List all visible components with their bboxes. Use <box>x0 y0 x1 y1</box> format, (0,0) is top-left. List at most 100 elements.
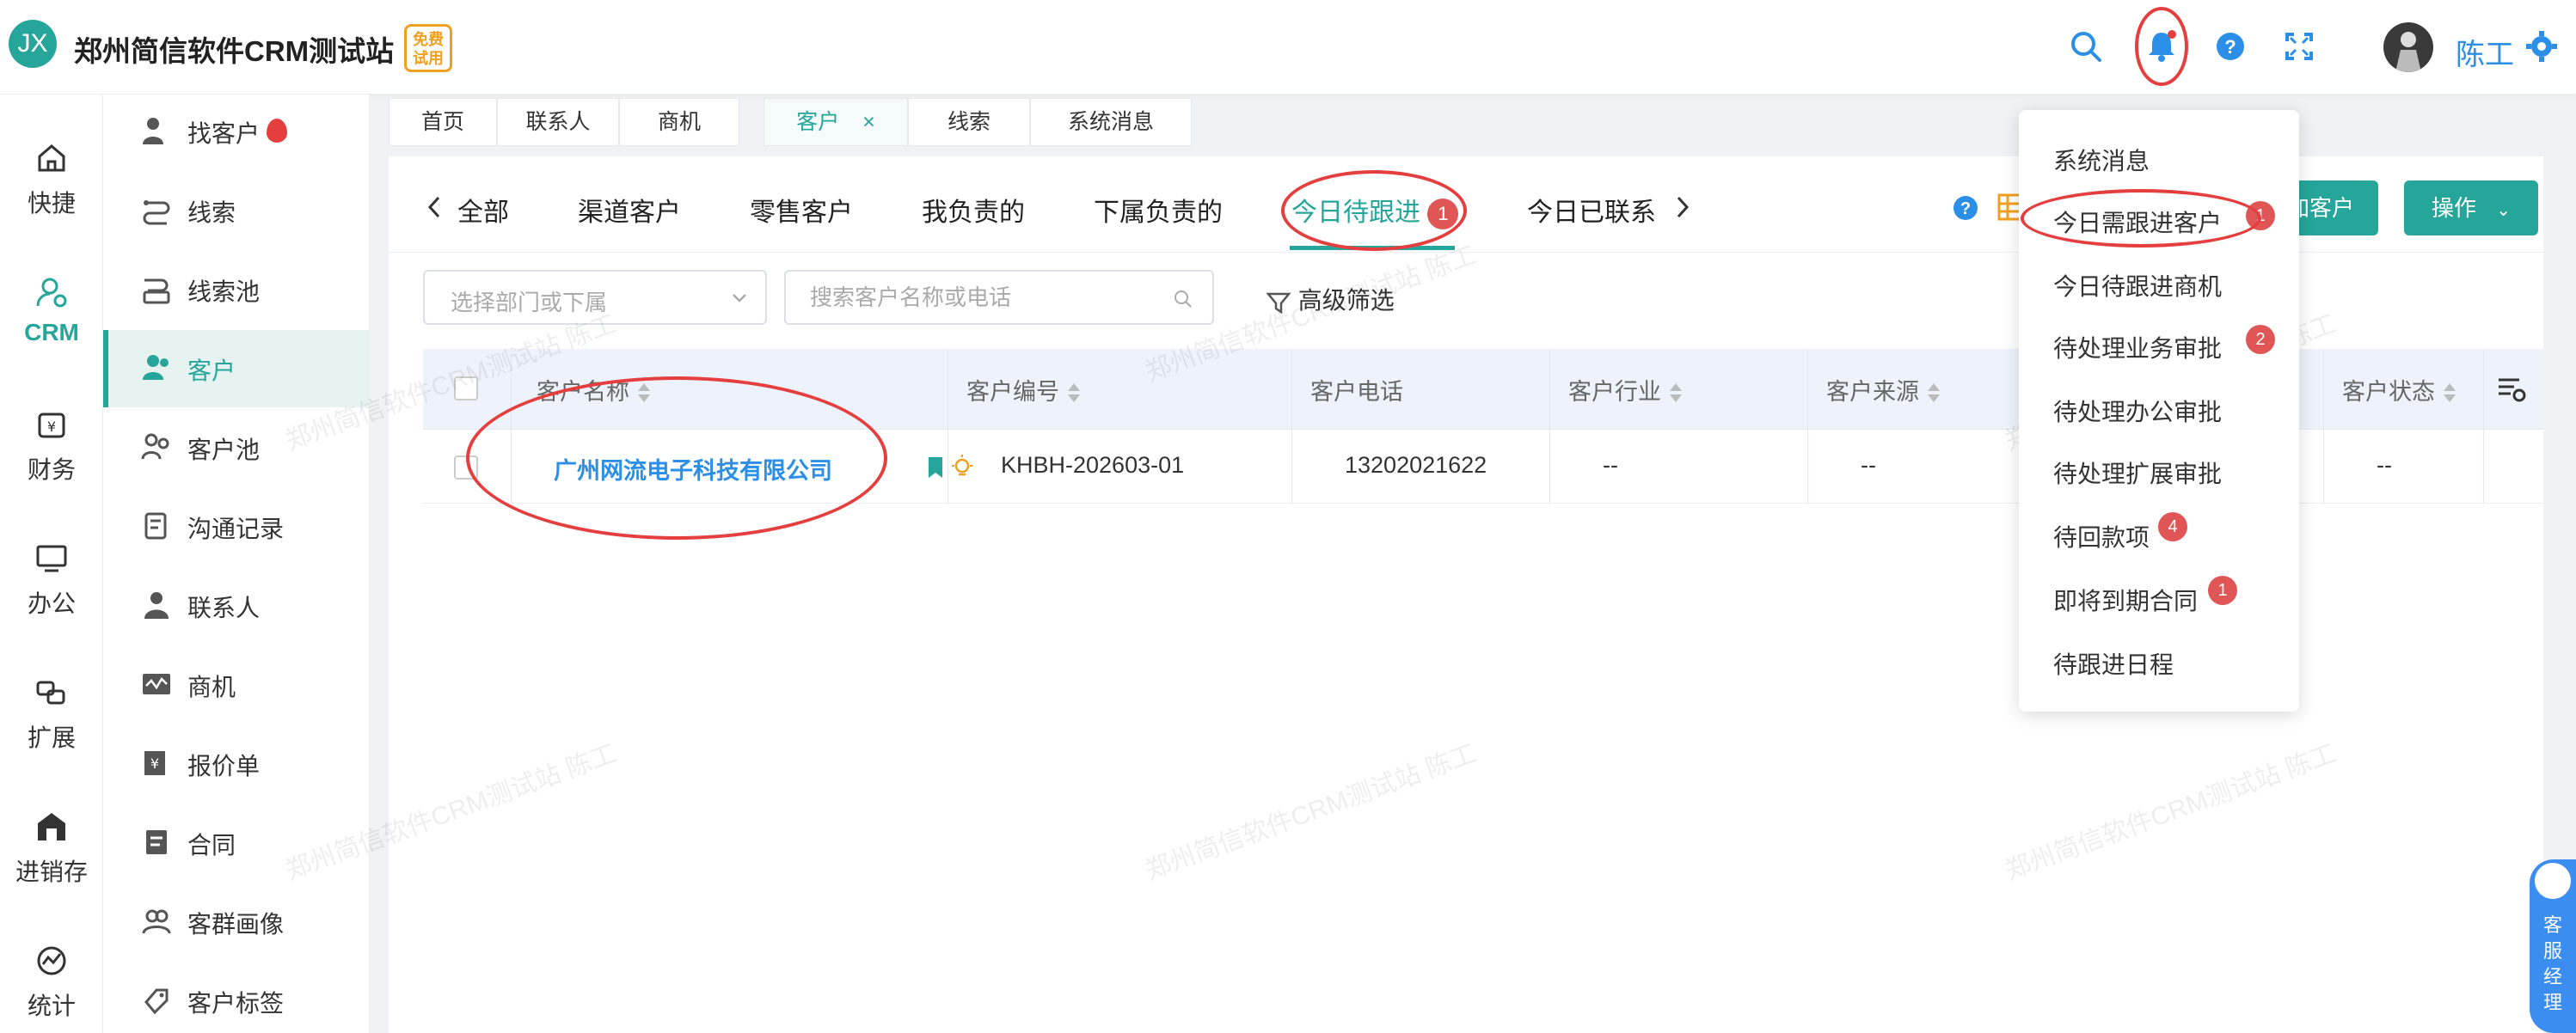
help-icon[interactable]: ? <box>1952 194 1979 222</box>
avatar[interactable] <box>2383 22 2433 72</box>
service-avatar-icon <box>2533 861 2573 901</box>
column-settings-icon[interactable] <box>2495 373 2526 404</box>
sidebar-item-customers[interactable]: 客户 <box>103 330 370 407</box>
search-icon[interactable] <box>2067 28 2105 65</box>
user-name[interactable]: 陈工 <box>2456 31 2514 73</box>
column-header-source[interactable]: 客户来源 <box>1826 373 1940 406</box>
menu-item-business-approval[interactable]: 待处理业务审批 <box>2053 330 2222 364</box>
sidebar-item-lead-pool[interactable]: 线索池 <box>103 251 370 328</box>
menu-item-expiring-contracts[interactable]: 即将到期合同 <box>2053 583 2198 617</box>
rail-item-finance[interactable]: ¥ 财务 <box>0 395 103 516</box>
department-select[interactable]: 选择部门或下属 <box>423 270 767 325</box>
sort-icon[interactable] <box>1928 382 1940 404</box>
page-tab-home[interactable]: 首页 <box>389 98 497 146</box>
rail-item-crm[interactable]: CRM <box>0 263 103 383</box>
sidebar-item-communication[interactable]: 沟通记录 <box>103 488 370 565</box>
sidebar-item-label: 客群画像 <box>187 911 285 938</box>
page-tab-customers[interactable]: 客户 × <box>764 98 908 146</box>
svg-text:¥: ¥ <box>47 419 56 435</box>
customer-service-widget[interactable]: 客服经理 <box>2530 859 2576 1033</box>
chevron-down-icon <box>733 294 746 303</box>
bookmark-icon[interactable] <box>925 455 946 480</box>
operate-button[interactable]: 操作 ⌄ <box>2404 180 2538 235</box>
rail-item-stats[interactable]: 统计 <box>0 932 103 1033</box>
sidebar-item-find-customer[interactable]: 找客户 <box>103 93 370 170</box>
rail-item-extend[interactable]: 扩展 <box>0 663 103 784</box>
menu-item-payments-due[interactable]: 待回款项 <box>2053 519 2150 553</box>
trial-badge[interactable]: 免费试用 <box>404 24 452 72</box>
chevron-left-icon[interactable] <box>425 194 444 220</box>
sidebar-item-contracts[interactable]: 合同 <box>103 804 370 882</box>
rail-label: 快捷 <box>27 190 76 217</box>
menu-item-extension-approval[interactable]: 待处理扩展审批 <box>2053 455 2222 490</box>
rail-item-office[interactable]: 办公 <box>0 529 103 650</box>
close-icon[interactable]: × <box>862 110 875 134</box>
tab-mine[interactable]: 我负责的 <box>922 191 1025 229</box>
page-tab-messages[interactable]: 系统消息 <box>1030 98 1192 146</box>
chevron-right-icon[interactable] <box>1673 194 1692 220</box>
bulb-icon[interactable] <box>949 454 975 480</box>
sidebar-item-label: 沟通记录 <box>187 516 285 542</box>
gear-icon[interactable] <box>2524 29 2559 64</box>
sidebar-item-label: 找客户 <box>187 120 261 147</box>
sort-icon[interactable] <box>1068 382 1080 404</box>
menu-item-system-messages[interactable]: 系统消息 <box>2053 143 2150 177</box>
bell-icon[interactable] <box>2143 28 2180 65</box>
rail-label: 进销存 <box>15 859 88 885</box>
tab-retail[interactable]: 零售客户 <box>750 191 853 229</box>
select-all-checkbox[interactable] <box>454 376 478 400</box>
crm-icon <box>36 278 67 308</box>
finance-icon: ¥ <box>38 413 65 438</box>
count-badge: 2 <box>2246 325 2275 354</box>
tab-channel[interactable]: 渠道客户 <box>578 191 681 229</box>
svg-text:?: ? <box>1960 199 1971 218</box>
column-header-status[interactable]: 客户状态 <box>2342 373 2456 406</box>
hot-icon <box>267 119 287 143</box>
contract-icon <box>146 830 167 854</box>
rail-label: 统计 <box>27 993 76 1019</box>
notification-dropdown: 系统消息 今日需跟进客户 1 今日待跟进商机 待处理业务审批 2 待处理办公审批… <box>2019 110 2299 712</box>
page-tab-label: 客户 <box>796 110 840 134</box>
customer-pool-icon <box>141 433 169 460</box>
customer-search[interactable] <box>784 270 1214 325</box>
column-header-industry[interactable]: 客户行业 <box>1568 373 1682 406</box>
page-tab-leads[interactable]: 线索 <box>908 98 1030 146</box>
sidebar-item-quotes[interactable]: ¥ 报价单 <box>103 725 370 803</box>
app-logo: JX <box>9 20 57 68</box>
sidebar-item-opportunities[interactable]: 商机 <box>103 646 370 724</box>
tab-all[interactable]: 全部 <box>457 191 509 229</box>
page-tab-opportunities[interactable]: 商机 <box>619 98 739 146</box>
filter-icon <box>1266 292 1291 314</box>
sidebar-item-portrait[interactable]: 客群画像 <box>103 883 370 961</box>
menu-item-office-approval[interactable]: 待处理办公审批 <box>2053 394 2222 428</box>
service-label: 客服经理 <box>2542 914 2562 1013</box>
menu-item-schedule[interactable]: 待跟进日程 <box>2053 646 2174 681</box>
help-icon[interactable]: ? <box>2211 28 2249 65</box>
sort-icon[interactable] <box>1670 382 1682 404</box>
advanced-filter-button[interactable]: 高级筛选 <box>1266 282 1395 316</box>
monitor-icon <box>36 545 67 572</box>
sidebar-item-contacts[interactable]: 联系人 <box>103 567 370 645</box>
tab-subordinate[interactable]: 下属负责的 <box>1094 191 1223 229</box>
rail-item-inventory[interactable]: 进销存 <box>0 798 103 918</box>
page-tab-contacts[interactable]: 联系人 <box>497 98 619 146</box>
sidebar-item-customer-pool[interactable]: 客户池 <box>103 409 370 486</box>
customer-source: -- <box>1861 452 1876 478</box>
sidebar-item-leads[interactable]: 线索 <box>103 172 370 249</box>
sidebar-item-tags[interactable]: 客户标签 <box>103 963 370 1033</box>
tab-today-contacted[interactable]: 今日已联系 <box>1527 191 1665 229</box>
column-header-code[interactable]: 客户编号 <box>966 373 1080 406</box>
search-input[interactable] <box>810 280 1154 315</box>
sidebar-item-label: 商机 <box>187 674 236 700</box>
fullscreen-icon[interactable] <box>2280 28 2318 65</box>
sort-icon[interactable] <box>2444 382 2456 404</box>
stats-icon <box>37 946 66 975</box>
customer-status: -- <box>2377 452 2392 478</box>
menu-item-today-opportunities[interactable]: 今日待跟进商机 <box>2053 268 2222 303</box>
crm-sidebar: 找客户 线索 线索池 客户 客户池 沟通记录 联系人 商机 ¥ 报价单 合同 客… <box>103 95 370 1033</box>
menu-highlight-ring <box>2021 189 2261 248</box>
module-rail: 快捷 CRM ¥ 财务 办公 扩展 进销存 统计 <box>0 95 103 1033</box>
rail-item-quick[interactable]: 快捷 <box>0 129 103 249</box>
sidebar-item-label: 报价单 <box>187 753 261 779</box>
quote-icon: ¥ <box>144 751 165 775</box>
